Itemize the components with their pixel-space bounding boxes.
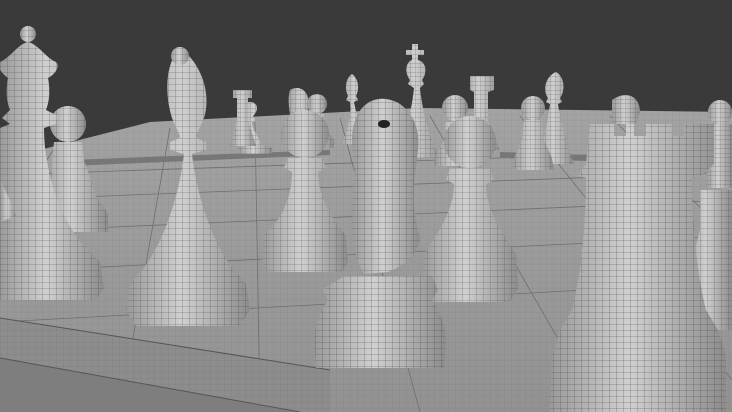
chess-scene <box>0 0 732 412</box>
eye <box>378 120 390 128</box>
3d-viewport <box>0 0 732 412</box>
